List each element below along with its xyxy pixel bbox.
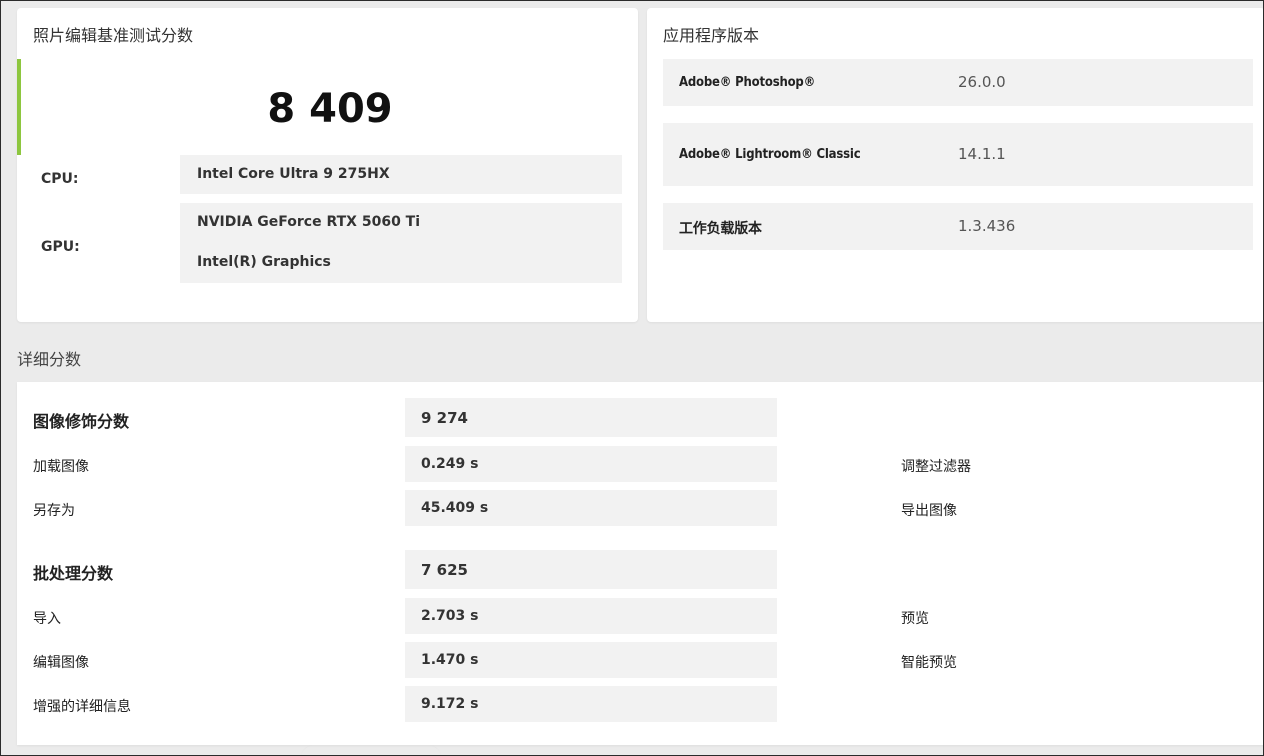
detail-right-label: 智能预览: [901, 655, 957, 671]
detail-right-label: 导出图像: [901, 503, 957, 519]
cpu-value: Intel Core Ultra 9 275HX: [197, 166, 390, 182]
group-score-retouch: 9 274: [421, 409, 468, 427]
app-versions-card: 应用程序版本 Adobe® Photoshop® 26.0.0 Adobe® L…: [647, 8, 1263, 322]
detail-right-label: 预览: [901, 611, 929, 627]
detail-label: 编辑图像: [33, 655, 89, 671]
gpu-value-primary: NVIDIA GeForce RTX 5060 Ti: [197, 214, 421, 230]
group-score-box: 7 625: [405, 550, 777, 589]
cpu-value-box: Intel Core Ultra 9 275HX: [180, 155, 622, 194]
group-label-batch: 批处理分数: [33, 564, 114, 583]
detail-scores-card: 图像修饰分数 9 274 加载图像 0.249 s 调整过滤器 另存为 45.4…: [17, 382, 1263, 745]
version-name: 工作负载版本: [679, 221, 762, 237]
detail-value-box: 1.470 s: [405, 642, 777, 678]
version-row-photoshop: Adobe® Photoshop® 26.0.0: [663, 59, 1253, 106]
detail-value: 45.409 s: [421, 500, 489, 516]
group-score-box: 9 274: [405, 398, 777, 437]
detail-value: 1.470 s: [421, 652, 479, 668]
overall-score: 8 409: [267, 86, 393, 132]
detail-label: 导入: [33, 611, 61, 627]
version-value: 14.1.1: [958, 145, 1006, 163]
detail-right-label: 调整过滤器: [901, 459, 971, 475]
detail-value-box: 9.172 s: [405, 686, 777, 722]
score-card: 照片编辑基准测试分数 8 409 CPU: Intel Core Ultra 9…: [17, 8, 638, 322]
detail-value-box: 0.249 s: [405, 446, 777, 482]
score-card-title: 照片编辑基准测试分数: [33, 26, 194, 45]
detail-value: 9.172 s: [421, 696, 479, 712]
detail-value-box: 45.409 s: [405, 490, 777, 526]
detail-label: 加载图像: [33, 459, 89, 475]
gpu-value-secondary: Intel(R) Graphics: [197, 254, 331, 270]
version-value: 1.3.436: [958, 217, 1016, 235]
cpu-label: CPU:: [41, 171, 79, 187]
gpu-value-box: NVIDIA GeForce RTX 5060 Ti Intel(R) Grap…: [180, 203, 622, 283]
detail-value: 0.249 s: [421, 456, 479, 472]
gpu-label: GPU:: [41, 239, 80, 255]
detail-value-box: 2.703 s: [405, 598, 777, 634]
version-row-workload: 工作负载版本 1.3.436: [663, 203, 1253, 250]
benchmark-result-page: 照片编辑基准测试分数 8 409 CPU: Intel Core Ultra 9…: [0, 0, 1264, 756]
detail-label: 另存为: [33, 503, 75, 519]
app-versions-title: 应用程序版本: [663, 26, 760, 45]
group-score-batch: 7 625: [421, 561, 468, 579]
detail-scores-title: 详细分数: [17, 350, 82, 369]
version-row-lightroom: Adobe® Lightroom® Classic 14.1.1: [663, 123, 1253, 186]
detail-value: 2.703 s: [421, 608, 479, 624]
version-name: Adobe® Lightroom® Classic: [679, 147, 861, 162]
watermark-arc: [301, 745, 441, 755]
version-value: 26.0.0: [958, 73, 1006, 91]
group-label-retouch: 图像修饰分数: [33, 412, 130, 431]
version-name: Adobe® Photoshop®: [679, 75, 816, 90]
detail-label: 增强的详细信息: [33, 699, 131, 715]
